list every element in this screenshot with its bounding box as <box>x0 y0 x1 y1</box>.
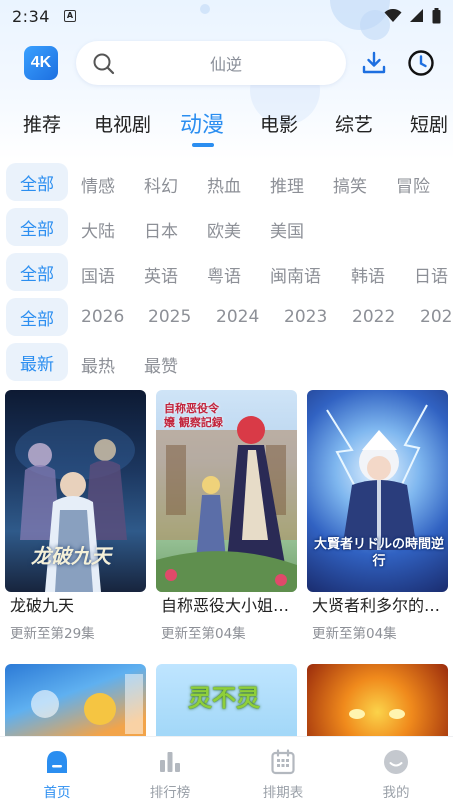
video-card[interactable]: 大賢者リドルの時間逆行 大贤者利多尔的时间逆行 更新至第04集 <box>307 390 448 642</box>
tab-movie[interactable]: 电影 <box>260 110 298 137</box>
filter-option[interactable]: 推理 <box>270 172 304 197</box>
tab-variety[interactable]: 综艺 <box>335 110 373 137</box>
filter-option[interactable]: 最赞 <box>144 352 178 377</box>
status-bar: 2:34 A <box>0 0 453 32</box>
filter-option[interactable]: 情感 <box>81 172 115 197</box>
filter-option[interactable]: 搞笑 <box>333 172 367 197</box>
filter-option[interactable]: 2024 <box>216 307 259 327</box>
active-tab-indicator <box>192 143 214 147</box>
filter-option[interactable]: 大陆 <box>81 217 115 242</box>
poster-image[interactable]: 灵不灵 <box>156 664 297 744</box>
filter-option[interactable]: 粤语 <box>207 262 241 287</box>
profile-icon <box>384 750 408 774</box>
app-logo[interactable]: 4K <box>24 46 58 80</box>
filter-chip-selected[interactable]: 全部 <box>6 253 68 291</box>
card-subtitle: 更新至第04集 <box>161 626 246 642</box>
nav-home[interactable]: 首页 <box>17 747 97 801</box>
filter-chip-selected[interactable]: 最新 <box>6 343 68 381</box>
tab-recommend[interactable]: 推荐 <box>23 110 61 137</box>
search-icon <box>93 53 115 75</box>
nav-ranking[interactable]: 排行榜 <box>130 747 210 801</box>
filter-row-language: 全部 国语 英语 粤语 闽南语 韩语 日语 <box>0 250 453 295</box>
card-title[interactable]: 龙破九天 <box>5 594 146 618</box>
bottom-navigation: 首页 排行榜 排期表 我的 <box>0 736 453 807</box>
poster-image[interactable]: 大賢者リドルの時間逆行 <box>307 390 448 592</box>
filter-option[interactable]: 闽南语 <box>270 262 321 287</box>
filter-option[interactable]: 科幻 <box>144 172 178 197</box>
status-time: 2:34 <box>12 6 50 26</box>
card-subtitle: 更新至第29集 <box>10 626 95 642</box>
filter-option[interactable]: 最热 <box>81 352 115 377</box>
filter-option[interactable]: 冒险 <box>396 172 430 197</box>
poster-title-text: 灵不灵 <box>188 683 260 712</box>
poster-image[interactable] <box>307 664 448 744</box>
wifi-icon <box>384 9 402 22</box>
filter-option[interactable]: 2023 <box>284 307 327 327</box>
nav-profile[interactable]: 我的 <box>356 747 436 801</box>
poster-image[interactable]: 龙破九天 <box>5 390 146 592</box>
tab-anime[interactable]: 动漫 <box>180 107 224 139</box>
history-button[interactable] <box>407 49 435 77</box>
poster-image[interactable] <box>5 664 146 744</box>
poster-image[interactable]: 自称恶役令嬢 観察記録 <box>156 390 297 592</box>
home-icon <box>47 751 67 773</box>
card-title[interactable]: 大贤者利多尔的时间逆行 <box>307 594 448 618</box>
filter-option[interactable]: 日本 <box>144 217 178 242</box>
search-bar[interactable]: 仙逆 <box>76 41 346 85</box>
poster-title-text: 龙破九天 <box>31 544 111 568</box>
video-card[interactable]: 自称恶役令嬢 観察記録 自称恶役大小姐的婚约者观察记录 更新至第04集 <box>156 390 297 642</box>
filter-option[interactable]: 英语 <box>144 262 178 287</box>
battery-icon <box>432 8 441 24</box>
filter-row-year: 全部 2026 2025 2024 2023 2022 2021 <box>0 295 453 340</box>
category-tabs: 推荐 电视剧 动漫 电影 综艺 短剧 <box>0 100 453 154</box>
filter-option[interactable]: 欧美 <box>207 217 241 242</box>
filter-option[interactable]: 2022 <box>352 307 395 327</box>
nav-schedule-label: 排期表 <box>262 785 304 801</box>
filter-chip-selected[interactable]: 全部 <box>6 163 68 201</box>
tab-short-drama[interactable]: 短剧 <box>410 110 448 137</box>
card-title[interactable]: 自称恶役大小姐的婚约者观察记录 <box>156 594 297 618</box>
tab-tv[interactable]: 电视剧 <box>94 110 151 137</box>
filter-option[interactable]: 国语 <box>81 262 115 287</box>
filter-option[interactable]: 日语 <box>414 262 448 287</box>
search-placeholder[interactable]: 仙逆 <box>76 51 346 75</box>
sim-icon: A <box>63 10 76 22</box>
filter-option[interactable]: 2021 <box>420 307 453 327</box>
filter-panel: 全部 情感 科幻 热血 推理 搞笑 冒险 全部 大陆 日本 欧美 美国 全部 国… <box>0 160 453 385</box>
ranking-icon <box>160 752 180 772</box>
filter-option[interactable]: 韩语 <box>351 262 385 287</box>
nav-schedule[interactable]: 排期表 <box>243 747 323 801</box>
poster-title-text: 自称恶役令嬢 観察記録 <box>164 402 223 429</box>
signal-icon <box>410 9 423 22</box>
card-subtitle: 更新至第04集 <box>312 626 397 642</box>
poster-title-text: 大賢者リドルの時間逆行 <box>313 537 444 569</box>
filter-row-sort: 最新 最热 最赞 <box>0 340 453 385</box>
nav-profile-label: 我的 <box>382 785 410 801</box>
download-icon <box>362 51 386 74</box>
filter-row-region: 全部 大陆 日本 欧美 美国 <box>0 205 453 250</box>
filter-option[interactable]: 2026 <box>81 307 124 327</box>
nav-home-label: 首页 <box>43 785 71 801</box>
download-button[interactable] <box>360 49 388 77</box>
filter-option[interactable]: 热血 <box>207 172 241 197</box>
nav-ranking-label: 排行榜 <box>149 785 191 801</box>
video-card[interactable]: 龙破九天 龙破九天 更新至第29集 <box>5 390 146 642</box>
filter-chip-selected[interactable]: 全部 <box>6 208 68 246</box>
filter-row-genre: 全部 情感 科幻 热血 推理 搞笑 冒险 <box>0 160 453 205</box>
app-header: 4K 仙逆 <box>0 40 453 86</box>
filter-option[interactable]: 2025 <box>148 307 191 327</box>
clock-icon <box>408 50 434 76</box>
filter-option[interactable]: 美国 <box>270 217 304 242</box>
filter-chip-selected[interactable]: 全部 <box>6 298 68 336</box>
calendar-icon <box>271 749 295 775</box>
